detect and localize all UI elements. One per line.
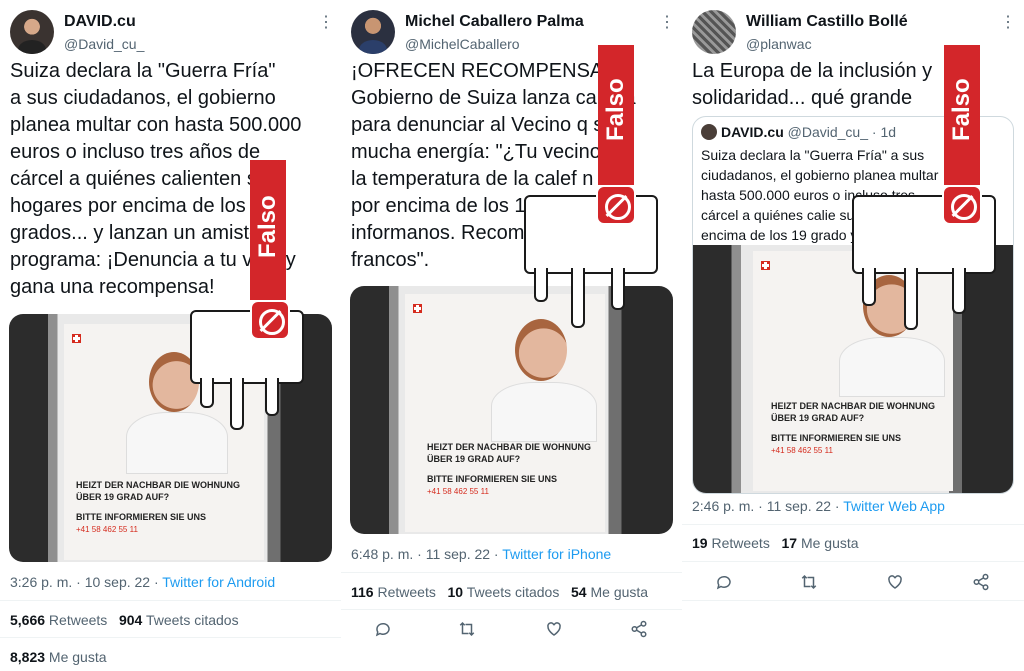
swiss-flag-icon <box>761 261 770 270</box>
divider <box>0 600 341 601</box>
divider <box>341 572 682 573</box>
reply-icon[interactable] <box>374 620 392 643</box>
poster-phone: +41 58 462 55 11 <box>427 487 489 496</box>
timestamp-text[interactable]: 6:48 p. m. · 11 sep. 22 · <box>351 546 502 562</box>
divider <box>682 524 1024 525</box>
display-name[interactable]: Michel Caballero Palma <box>405 13 584 31</box>
woman-body <box>839 337 945 397</box>
poster-line-2: ÜBER 19 GRAD AUF? <box>771 413 865 423</box>
swiss-flag-icon <box>413 304 422 313</box>
like-icon[interactable] <box>545 620 563 643</box>
falso-stamp: Falso <box>190 160 340 450</box>
likes-count[interactable]: 8,823 Me gusta <box>10 649 107 665</box>
more-icon[interactable]: ⋮ <box>318 12 334 32</box>
like-icon[interactable] <box>886 573 904 596</box>
stamp-drip <box>571 268 585 328</box>
swiss-flag-icon <box>72 334 81 343</box>
poster-phone: +41 58 462 55 11 <box>76 525 138 534</box>
stamp-drip <box>904 268 918 330</box>
tweet-timestamp: 3:26 p. m. · 10 sep. 22 · Twitter for An… <box>10 574 275 590</box>
user-handle[interactable]: @MichelCaballero <box>405 36 520 52</box>
reply-icon[interactable] <box>715 573 733 596</box>
woman-body <box>491 382 597 442</box>
source-link[interactable]: Twitter for iPhone <box>502 546 611 562</box>
stamp-word: Falso <box>602 78 629 141</box>
poster-line-3: BITTE INFORMIEREN SIE UNS <box>427 474 558 484</box>
divider <box>341 609 682 610</box>
stamp-drip <box>230 378 244 430</box>
retweets-count[interactable]: 116 Retweets <box>351 584 436 600</box>
prohibited-icon <box>596 185 636 225</box>
poster-line-1: HEIZT DER NACHBAR DIE WOHNUNG <box>427 442 591 452</box>
stamp-drip <box>200 378 214 408</box>
tweet-timestamp: 2:46 p. m. · 11 sep. 22 · Twitter Web Ap… <box>692 498 945 514</box>
more-icon[interactable]: ⋮ <box>1000 12 1016 32</box>
display-name[interactable]: DAVID.cu <box>64 13 136 31</box>
avatar[interactable] <box>692 10 736 54</box>
poster-line-2: ÜBER 19 GRAD AUF? <box>427 454 521 464</box>
divider <box>0 637 341 638</box>
retweet-icon[interactable] <box>458 620 476 643</box>
share-icon[interactable] <box>972 573 990 596</box>
timestamp-text[interactable]: 3:26 p. m. · 10 sep. 22 · <box>10 574 162 590</box>
avatar[interactable] <box>351 10 395 54</box>
user-handle[interactable]: @David_cu_ <box>64 36 144 52</box>
stats-row: 5,666 Retweets 904 Tweets citados <box>10 612 239 628</box>
falso-stamp: Falso <box>516 45 676 330</box>
retweets-count[interactable]: 19 Retweets <box>692 535 770 551</box>
poster-line-1: HEIZT DER NACHBAR DIE WOHNUNG <box>76 480 240 490</box>
stamp-drip <box>862 268 876 306</box>
poster-phone: +41 58 462 55 11 <box>771 446 833 455</box>
quote-display-name: DAVID.cu <box>721 124 784 140</box>
stamp-drip <box>534 268 548 302</box>
quotes-count[interactable]: 904 Tweets citados <box>119 612 239 628</box>
timestamp-text[interactable]: 2:46 p. m. · 11 sep. 22 · <box>692 498 843 514</box>
likes-count[interactable]: 17 Me gusta <box>782 535 859 551</box>
quotes-count[interactable]: 10 Tweets citados <box>448 584 560 600</box>
stamp-word: Falso <box>948 78 975 141</box>
poster-line-2: ÜBER 19 GRAD AUF? <box>76 492 170 502</box>
poster-line-3: BITTE INFORMIEREN SIE UNS <box>76 512 207 522</box>
retweets-count[interactable]: 5,666 Retweets <box>10 612 107 628</box>
tweet-card-3: William Castillo Bollé @planwac ⋮ La Eur… <box>682 0 1024 671</box>
display-name[interactable]: William Castillo Bollé <box>746 13 908 31</box>
tweet-card-2: Michel Caballero Palma @MichelCaballero … <box>341 0 682 671</box>
falso-stamp: Falso <box>832 45 1002 335</box>
divider <box>682 561 1024 562</box>
user-handle[interactable]: @planwac <box>746 36 812 52</box>
retweet-icon[interactable] <box>800 573 818 596</box>
prohibited-icon <box>942 185 982 225</box>
share-icon[interactable] <box>630 620 648 643</box>
source-link[interactable]: Twitter for Android <box>162 574 275 590</box>
poster-line-1: HEIZT DER NACHBAR DIE WOHNUNG <box>771 401 935 411</box>
stamp-drip <box>265 378 279 416</box>
prohibited-icon <box>250 300 290 340</box>
stats-row: 116 Retweets 10 Tweets citados 54 Me gus… <box>351 584 648 600</box>
stamp-drip <box>952 268 966 314</box>
likes-count[interactable]: 54 Me gusta <box>571 584 648 600</box>
source-link[interactable]: Twitter Web App <box>843 498 945 514</box>
stats-row: 19 Retweets 17 Me gusta <box>692 535 859 551</box>
stamp-word: Falso <box>254 195 281 258</box>
avatar[interactable] <box>10 10 54 54</box>
stamp-drip <box>611 268 625 310</box>
quote-avatar <box>701 124 717 140</box>
divider <box>682 600 1024 601</box>
poster-line-3: BITTE INFORMIEREN SIE UNS <box>771 433 902 443</box>
stamp-body <box>524 195 658 274</box>
more-icon[interactable]: ⋮ <box>659 12 675 32</box>
tweet-timestamp: 6:48 p. m. · 11 sep. 22 · Twitter for iP… <box>351 546 611 562</box>
tweet-card-1: DAVID.cu @David_cu_ ⋮ Suiza declara la "… <box>0 0 341 671</box>
